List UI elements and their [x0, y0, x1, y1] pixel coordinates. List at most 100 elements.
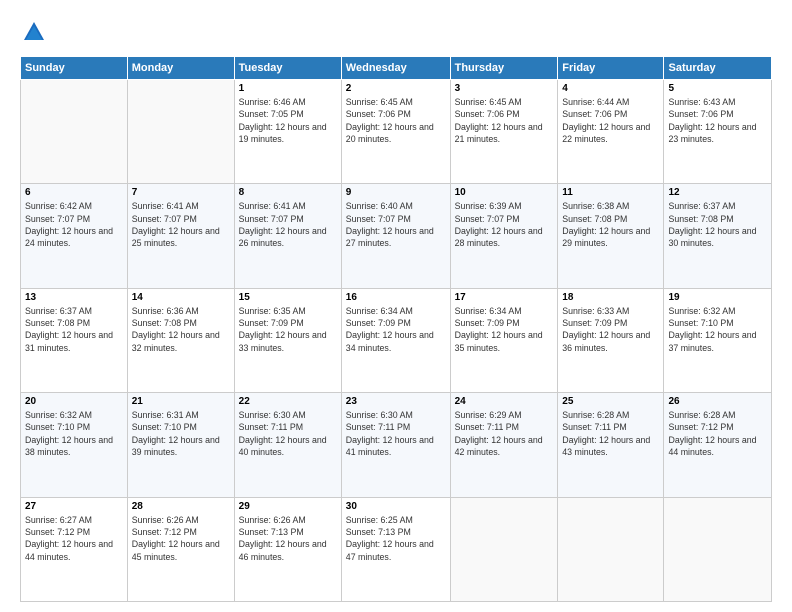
day-number: 27 — [25, 501, 123, 512]
day-detail: Sunrise: 6:28 AMSunset: 7:11 PMDaylight:… — [562, 409, 659, 458]
logo — [20, 18, 52, 46]
calendar-cell: 10Sunrise: 6:39 AMSunset: 7:07 PMDayligh… — [450, 184, 558, 288]
day-number: 25 — [562, 396, 659, 407]
day-detail: Sunrise: 6:34 AMSunset: 7:09 PMDaylight:… — [346, 305, 446, 354]
calendar-header-monday: Monday — [127, 57, 234, 80]
calendar-header-tuesday: Tuesday — [234, 57, 341, 80]
day-number: 14 — [132, 292, 230, 303]
calendar-week-row: 13 Sunrise: 6:37 AMSunset: 7:08 PMDayligh… — [21, 288, 772, 392]
day-detail: Sunrise: 6:30 AMSunset: 7:11 PMDaylight:… — [346, 409, 446, 458]
day-detail: Sunrise: 6:32 AMSunset: 7:10 PMDaylight:… — [668, 305, 767, 354]
calendar-cell — [21, 80, 128, 184]
calendar-cell: 21Sunrise: 6:31 AMSunset: 7:10 PMDayligh… — [127, 393, 234, 497]
header — [20, 18, 772, 46]
day-number: 24 — [455, 396, 554, 407]
day-number: 19 — [668, 292, 767, 303]
calendar-cell: 11 Sunrise: 6:38 AMSunset: 7:08 PMDayligh… — [558, 184, 664, 288]
day-detail: Sunrise: 6:42 AMSunset: 7:07 PMDaylight:… — [25, 200, 123, 249]
day-detail: Sunrise: 6:43 AMSunset: 7:06 PMDaylight:… — [668, 96, 767, 145]
day-number: 2 — [346, 83, 446, 94]
day-detail: Sunrise: 6:41 AMSunset: 7:07 PMDaylight:… — [239, 200, 337, 249]
calendar-cell: 15 Sunrise: 6:35 AMSunset: 7:09 PMDayligh… — [234, 288, 341, 392]
calendar-cell: 7Sunrise: 6:41 AMSunset: 7:07 PMDaylight… — [127, 184, 234, 288]
calendar-cell: 12 Sunrise: 6:37 AMSunset: 7:08 PMDayligh… — [664, 184, 772, 288]
calendar-cell: 28Sunrise: 6:26 AMSunset: 7:12 PMDayligh… — [127, 497, 234, 601]
page: SundayMondayTuesdayWednesdayThursdayFrid… — [0, 0, 792, 612]
day-number: 23 — [346, 396, 446, 407]
calendar-header-thursday: Thursday — [450, 57, 558, 80]
calendar-cell: 27Sunrise: 6:27 AMSunset: 7:12 PMDayligh… — [21, 497, 128, 601]
day-detail: Sunrise: 6:38 AMSunset: 7:08 PMDaylight:… — [562, 200, 659, 249]
day-number: 18 — [562, 292, 659, 303]
day-number: 20 — [25, 396, 123, 407]
day-number: 29 — [239, 501, 337, 512]
calendar-header-row: SundayMondayTuesdayWednesdayThursdayFrid… — [21, 57, 772, 80]
day-number: 4 — [562, 83, 659, 94]
day-number: 1 — [239, 83, 337, 94]
calendar-cell — [450, 497, 558, 601]
calendar-header-saturday: Saturday — [664, 57, 772, 80]
calendar-header-sunday: Sunday — [21, 57, 128, 80]
calendar-cell: 9 Sunrise: 6:40 AMSunset: 7:07 PMDaylight… — [341, 184, 450, 288]
day-detail: Sunrise: 6:39 AMSunset: 7:07 PMDaylight:… — [455, 200, 554, 249]
day-detail: Sunrise: 6:37 AMSunset: 7:08 PMDaylight:… — [668, 200, 767, 249]
logo-icon — [20, 18, 48, 46]
day-detail: Sunrise: 6:34 AMSunset: 7:09 PMDaylight:… — [455, 305, 554, 354]
day-detail: Sunrise: 6:44 AMSunset: 7:06 PMDaylight:… — [562, 96, 659, 145]
day-detail: Sunrise: 6:35 AMSunset: 7:09 PMDaylight:… — [239, 305, 337, 354]
day-number: 16 — [346, 292, 446, 303]
day-detail: Sunrise: 6:41 AMSunset: 7:07 PMDaylight:… — [132, 200, 230, 249]
calendar-cell: 5 Sunrise: 6:43 AMSunset: 7:06 PMDaylight… — [664, 80, 772, 184]
day-number: 22 — [239, 396, 337, 407]
calendar-cell — [127, 80, 234, 184]
calendar-cell: 16 Sunrise: 6:34 AMSunset: 7:09 PMDayligh… — [341, 288, 450, 392]
day-number: 11 — [562, 187, 659, 198]
calendar-cell: 1Sunrise: 6:46 AMSunset: 7:05 PMDaylight… — [234, 80, 341, 184]
calendar-cell: 17 Sunrise: 6:34 AMSunset: 7:09 PMDayligh… — [450, 288, 558, 392]
calendar-week-row: 20Sunrise: 6:32 AMSunset: 7:10 PMDayligh… — [21, 393, 772, 497]
calendar-cell: 18 Sunrise: 6:33 AMSunset: 7:09 PMDayligh… — [558, 288, 664, 392]
calendar-cell: 29Sunrise: 6:26 AMSunset: 7:13 PMDayligh… — [234, 497, 341, 601]
day-number: 13 — [25, 292, 123, 303]
calendar-cell: 6 Sunrise: 6:42 AMSunset: 7:07 PMDaylight… — [21, 184, 128, 288]
calendar-cell: 2 Sunrise: 6:45 AMSunset: 7:06 PMDaylight… — [341, 80, 450, 184]
day-number: 3 — [455, 83, 554, 94]
day-number: 8 — [239, 187, 337, 198]
calendar-cell: 4 Sunrise: 6:44 AMSunset: 7:06 PMDaylight… — [558, 80, 664, 184]
calendar-header-wednesday: Wednesday — [341, 57, 450, 80]
day-detail: Sunrise: 6:31 AMSunset: 7:10 PMDaylight:… — [132, 409, 230, 458]
day-number: 30 — [346, 501, 446, 512]
calendar-cell: 30 Sunrise: 6:25 AMSunset: 7:13 PMDayligh… — [341, 497, 450, 601]
calendar-week-row: 1Sunrise: 6:46 AMSunset: 7:05 PMDaylight… — [21, 80, 772, 184]
calendar-cell: 20Sunrise: 6:32 AMSunset: 7:10 PMDayligh… — [21, 393, 128, 497]
day-detail: Sunrise: 6:37 AMSunset: 7:08 PMDaylight:… — [25, 305, 123, 354]
calendar-cell: 22 Sunrise: 6:30 AMSunset: 7:11 PMDayligh… — [234, 393, 341, 497]
day-number: 12 — [668, 187, 767, 198]
day-detail: Sunrise: 6:30 AMSunset: 7:11 PMDaylight:… — [239, 409, 337, 458]
day-detail: Sunrise: 6:33 AMSunset: 7:09 PMDaylight:… — [562, 305, 659, 354]
day-number: 15 — [239, 292, 337, 303]
day-detail: Sunrise: 6:29 AMSunset: 7:11 PMDaylight:… — [455, 409, 554, 458]
day-number: 17 — [455, 292, 554, 303]
day-number: 26 — [668, 396, 767, 407]
calendar-cell — [664, 497, 772, 601]
calendar-week-row: 27Sunrise: 6:27 AMSunset: 7:12 PMDayligh… — [21, 497, 772, 601]
day-number: 6 — [25, 187, 123, 198]
day-detail: Sunrise: 6:45 AMSunset: 7:06 PMDaylight:… — [346, 96, 446, 145]
calendar-cell: 3Sunrise: 6:45 AMSunset: 7:06 PMDaylight… — [450, 80, 558, 184]
day-detail: Sunrise: 6:28 AMSunset: 7:12 PMDaylight:… — [668, 409, 767, 458]
calendar-cell: 13 Sunrise: 6:37 AMSunset: 7:08 PMDayligh… — [21, 288, 128, 392]
day-detail: Sunrise: 6:25 AMSunset: 7:13 PMDaylight:… — [346, 514, 446, 563]
day-detail: Sunrise: 6:26 AMSunset: 7:12 PMDaylight:… — [132, 514, 230, 563]
calendar-cell — [558, 497, 664, 601]
calendar-cell: 24 Sunrise: 6:29 AMSunset: 7:11 PMDayligh… — [450, 393, 558, 497]
calendar-cell: 26 Sunrise: 6:28 AMSunset: 7:12 PMDayligh… — [664, 393, 772, 497]
calendar-week-row: 6 Sunrise: 6:42 AMSunset: 7:07 PMDaylight… — [21, 184, 772, 288]
calendar-header-friday: Friday — [558, 57, 664, 80]
day-detail: Sunrise: 6:40 AMSunset: 7:07 PMDaylight:… — [346, 200, 446, 249]
calendar-cell: 14 Sunrise: 6:36 AMSunset: 7:08 PMDayligh… — [127, 288, 234, 392]
day-detail: Sunrise: 6:36 AMSunset: 7:08 PMDaylight:… — [132, 305, 230, 354]
calendar-cell: 19 Sunrise: 6:32 AMSunset: 7:10 PMDayligh… — [664, 288, 772, 392]
day-number: 9 — [346, 187, 446, 198]
day-number: 5 — [668, 83, 767, 94]
